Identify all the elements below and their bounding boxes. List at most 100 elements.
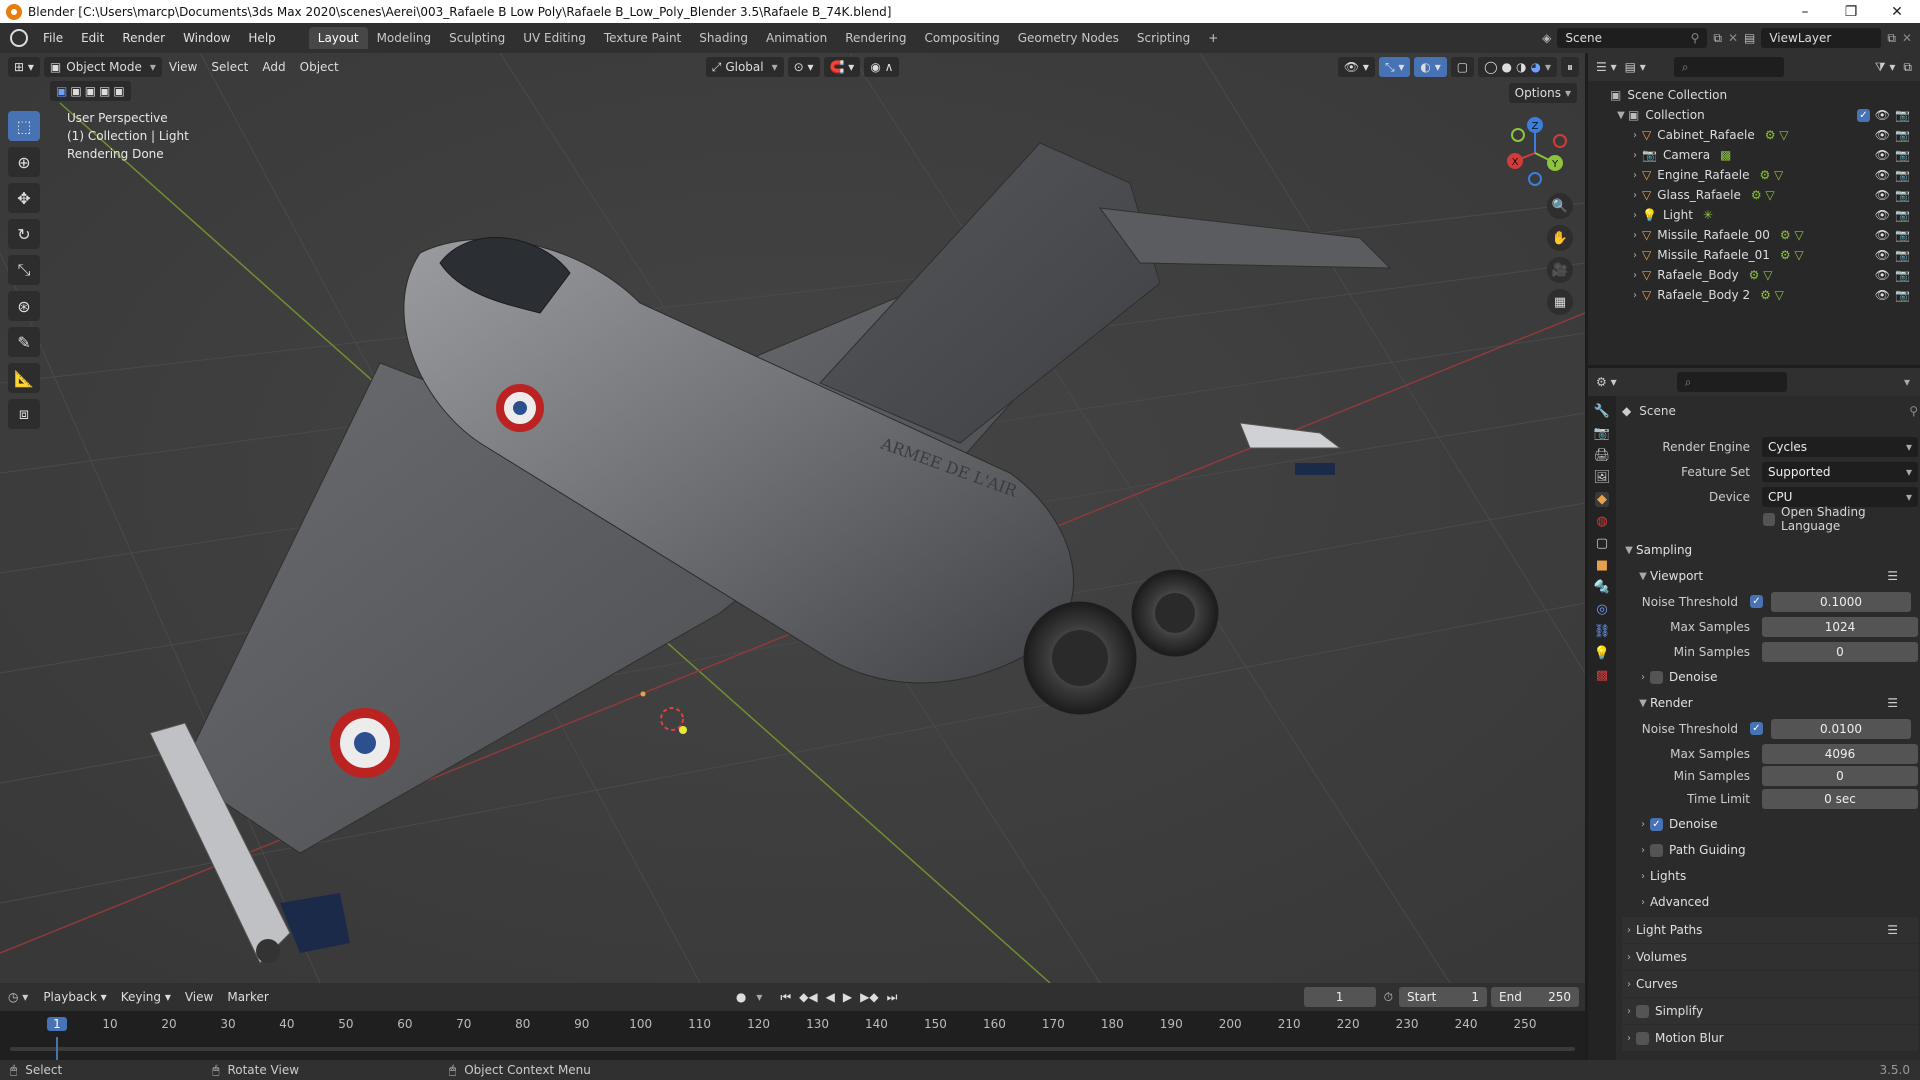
expand-chevron-icon[interactable]: ›	[1628, 150, 1642, 161]
blender-menu-icon[interactable]	[10, 29, 28, 47]
motion-blur-checkbox[interactable]	[1636, 1031, 1649, 1045]
close-button[interactable]: ✕	[1874, 4, 1920, 20]
select-extend-icon[interactable]: ▣	[70, 84, 81, 98]
chevron-down-icon[interactable]: ▾	[1904, 375, 1920, 389]
outliner-row-object[interactable]: › ▽ Rafaele_Body 2 ⚙ ▽ 👁 📷	[1588, 285, 1920, 305]
outliner-editor-icon[interactable]: ☰ ▾	[1596, 60, 1617, 74]
simplify-panel-header[interactable]: › Simplify	[1622, 998, 1918, 1024]
3d-viewport[interactable]: ARMEE DE L'AIR 4-EI ⊞ ▾ ▣ Object Mode ▾ Vi…	[0, 53, 1585, 983]
tab-scripting[interactable]: Scripting	[1128, 27, 1199, 49]
gizmo-toggle-button[interactable]: ⤡ ▾	[1378, 57, 1411, 77]
timeline-menu-view[interactable]: View	[178, 990, 220, 1004]
eye-icon[interactable]: 👁	[1875, 128, 1890, 142]
path-guiding-header[interactable]: › Path Guiding	[1622, 837, 1918, 863]
tab-compositing[interactable]: Compositing	[915, 27, 1008, 49]
eye-icon[interactable]: 👁	[1875, 268, 1890, 282]
options-button[interactable]: Options ▾	[1508, 83, 1577, 103]
add-cube-tool[interactable]: ⧈	[8, 399, 40, 429]
view-layer-tab-icon[interactable]: 🖼	[1594, 470, 1611, 485]
expand-chevron-icon[interactable]: ›	[1628, 250, 1642, 261]
pin-icon[interactable]: ⚲	[1909, 404, 1918, 418]
r-noise-threshold-checkbox[interactable]: ✓	[1750, 722, 1763, 735]
display-mode-icon[interactable]: ▤ ▾	[1625, 60, 1646, 74]
preset-list-icon[interactable]: ☰	[1887, 696, 1898, 710]
maximize-button[interactable]: ❐	[1828, 4, 1874, 20]
camera-render-icon[interactable]: 📷	[1895, 128, 1910, 142]
move-tool[interactable]: ✥	[8, 183, 40, 213]
collapse-chevron-icon[interactable]: ▼	[1614, 110, 1628, 121]
jump-end-icon[interactable]: ⏭	[887, 990, 898, 1005]
camera-render-icon[interactable]: 📷	[1895, 108, 1910, 122]
menu-render[interactable]: Render	[113, 31, 174, 45]
render-subpanel-header[interactable]: ▼ Render ☰	[1622, 690, 1918, 716]
eye-icon[interactable]: 👁	[1875, 288, 1890, 302]
expand-chevron-icon[interactable]: ›	[1628, 190, 1642, 201]
outliner-row-object[interactable]: › ▽ Missile_Rafaele_00 ⚙ ▽ 👁 📷	[1588, 225, 1920, 245]
pan-hand-icon[interactable]: ✋	[1547, 225, 1573, 251]
motion-blur-panel-header[interactable]: › Motion Blur	[1622, 1025, 1918, 1051]
timeline-ruler[interactable]: 1 10 20 30 40 50 60 70 80 90 100 110 120 130 140 150 160…	[0, 1011, 1585, 1037]
tool-tab-icon[interactable]: 🔧	[1594, 404, 1610, 419]
timeline-menu-marker[interactable]: Marker	[220, 990, 275, 1004]
delete-view-layer-icon[interactable]: ✕	[1902, 31, 1912, 45]
editor-type-button[interactable]: ⊞ ▾	[8, 57, 40, 77]
new-view-layer-icon[interactable]: ⧉	[1887, 31, 1896, 46]
data-tab-icon[interactable]: 💡	[1594, 646, 1610, 661]
vp-noise-threshold-checkbox[interactable]: ✓	[1750, 595, 1763, 608]
outliner-row-object[interactable]: › 📷 Camera ▩ 👁 📷	[1588, 145, 1920, 165]
tab-shading[interactable]: Shading	[690, 27, 757, 49]
timeline-track-area[interactable]	[0, 1037, 1585, 1060]
expand-chevron-icon[interactable]: ›	[1628, 130, 1642, 141]
shading-modes[interactable]: ◯ ● ◑ ◕ ▾	[1478, 57, 1557, 77]
prev-keyframe-icon[interactable]: ◆◀	[799, 990, 817, 1005]
r-min-samples-field[interactable]: 0	[1762, 766, 1918, 786]
visibility-button[interactable]: 👁 ▾	[1337, 57, 1375, 77]
zoom-icon[interactable]: 🔍	[1547, 193, 1573, 219]
scene-icon[interactable]: ◈	[1542, 31, 1551, 45]
select-subtract-icon[interactable]: ▣	[85, 84, 96, 98]
render-tab-icon[interactable]: 📷	[1594, 426, 1610, 441]
light-paths-panel-header[interactable]: › Light Paths ☰	[1622, 917, 1918, 943]
eye-icon[interactable]: 👁	[1875, 228, 1890, 242]
camera-render-icon[interactable]: 📷	[1895, 288, 1910, 302]
texture-tab-icon[interactable]: ▩	[1596, 668, 1608, 683]
collection-checkbox[interactable]: ✓	[1857, 108, 1870, 122]
outliner-row-object[interactable]: › ▽ Engine_Rafaele ⚙ ▽ 👁 📷	[1588, 165, 1920, 185]
vp-denoise-checkbox[interactable]	[1650, 670, 1663, 684]
eye-icon[interactable]: 👁	[1875, 248, 1890, 262]
menu-file[interactable]: File	[34, 31, 72, 45]
annotate-tool[interactable]: ✎	[8, 327, 40, 357]
overlay-toggle-button[interactable]: ◐ ▾	[1414, 57, 1447, 77]
start-frame-field[interactable]: Start 1	[1399, 987, 1487, 1007]
proportional-edit-button[interactable]: ◉ ∧	[864, 57, 900, 77]
tab-uv-editing[interactable]: UV Editing	[514, 27, 595, 49]
outliner-row-object[interactable]: › ▽ Rafaele_Body ⚙ ▽ 👁 📷	[1588, 265, 1920, 285]
outliner-row-object[interactable]: › 💡 Light ✳ 👁 📷	[1588, 205, 1920, 225]
rotate-tool[interactable]: ↻	[8, 219, 40, 249]
viewport-menu-object[interactable]: Object	[293, 60, 346, 74]
solid-shading-icon[interactable]: ●	[1502, 60, 1512, 74]
mode-selector[interactable]: ▣ Object Mode ▾	[43, 57, 162, 77]
selection-mode-buttons[interactable]: ▣ ▣ ▣ ▣ ▣	[50, 81, 131, 101]
feature-set-dropdown[interactable]: Supported ▾	[1762, 461, 1918, 482]
camera-render-icon[interactable]: 📷	[1895, 248, 1910, 262]
vp-max-samples-field[interactable]: 1024	[1762, 616, 1918, 637]
expand-chevron-icon[interactable]: ›	[1628, 170, 1642, 181]
new-collection-icon[interactable]: ⧉	[1903, 60, 1920, 75]
vp-denoise-header[interactable]: › Denoise	[1622, 664, 1918, 690]
light-object-marker[interactable]	[679, 726, 687, 734]
eye-icon[interactable]: 👁	[1875, 188, 1890, 202]
minimize-button[interactable]: –	[1782, 4, 1828, 20]
material-shading-icon[interactable]: ◑	[1516, 60, 1526, 74]
filter-icon[interactable]: ⧩ ▾	[1875, 60, 1896, 75]
output-tab-icon[interactable]: 🖨	[1594, 448, 1611, 463]
outliner-search-input[interactable]: ⌕	[1673, 57, 1784, 77]
select-invert-icon[interactable]: ▣	[99, 84, 110, 98]
volumes-panel-header[interactable]: › Volumes	[1622, 944, 1918, 970]
r-max-samples-field[interactable]: 4096	[1762, 743, 1918, 764]
neg-z-handle[interactable]	[1528, 172, 1542, 186]
navigation-gizmo[interactable]: Z X Y	[1500, 113, 1570, 191]
timeline-menu-playback[interactable]: Playback ▾	[36, 990, 113, 1004]
transform-orientation-selector[interactable]: ⤢ Global ▾	[705, 57, 784, 77]
outliner-row-collection[interactable]: ▼ ▣ Collection ✓ 👁 📷	[1588, 105, 1920, 125]
